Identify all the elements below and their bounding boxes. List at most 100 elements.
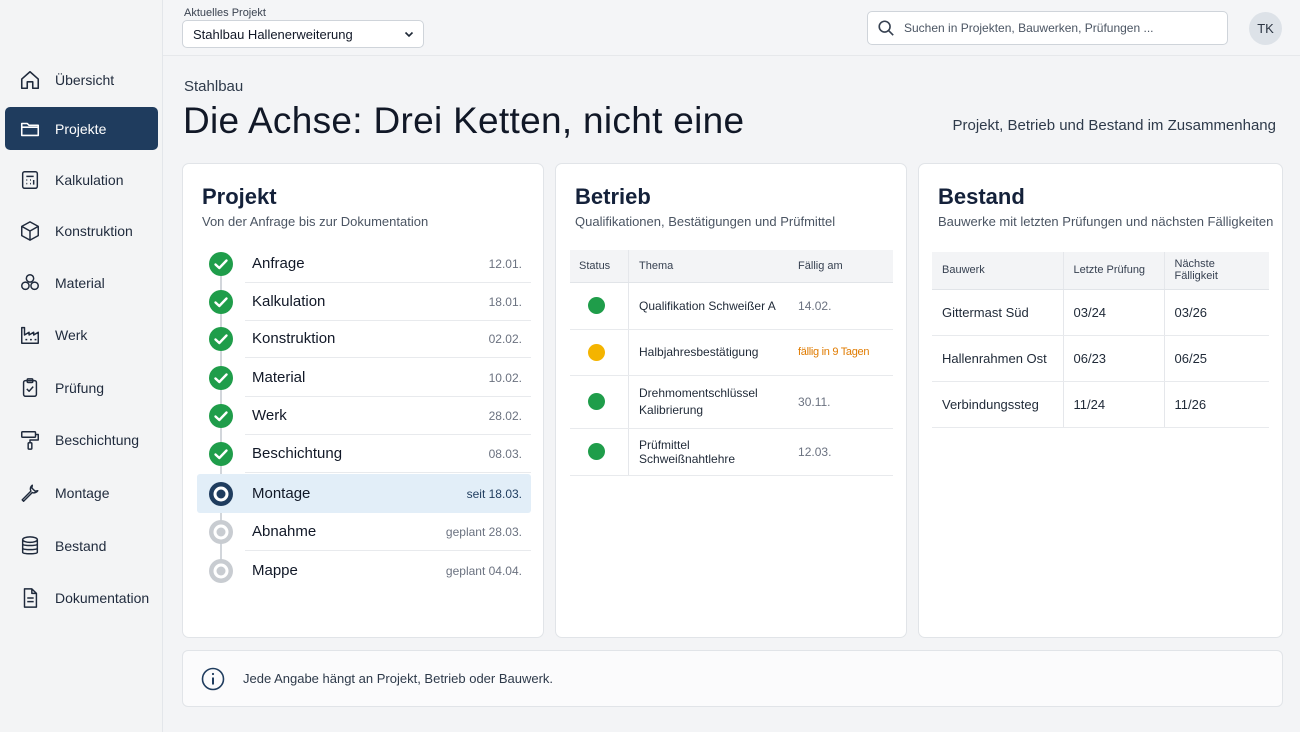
step-date: 02.02. [488, 331, 522, 346]
database-icon [19, 535, 41, 557]
topbar: Aktuelles Projekt Stahlbau Hallenerweite… [163, 0, 1300, 56]
step-label: Montage [252, 485, 311, 502]
column-header-letzte-pruefung[interactable]: Letzte Prüfung [1062, 252, 1164, 290]
step-label: Material [252, 369, 306, 386]
table-row[interactable]: Hallenrahmen Ost 06/23 06/25 [932, 335, 1269, 382]
table-row[interactable]: Gittermast Süd 03/24 03/26 [932, 289, 1269, 336]
bestand-subtitle: Bauwerke mit letzten Prüfungen und nächs… [938, 214, 1274, 229]
sidebar-item-pruefung[interactable]: Prüfung [5, 366, 158, 409]
clipboard-check-icon [19, 377, 41, 399]
search-box[interactable] [867, 11, 1228, 45]
status-cell [570, 428, 629, 476]
sidebar-item-label: Konstruktion [55, 222, 133, 239]
letzte-cell: 11/24 [1062, 381, 1164, 428]
sidebar-item-konstruktion[interactable]: Konstruktion [5, 209, 158, 252]
sidebar-item-label: Prüfung [55, 379, 105, 396]
check-circle-icon [208, 365, 234, 391]
naechste-cell: 06/25 [1163, 335, 1269, 382]
step-label: Kalkulation [252, 293, 326, 310]
table-row[interactable]: Halbjahresbestätigung fällig in 9 Tagen [570, 329, 893, 376]
wrench-icon [19, 482, 41, 504]
step-date: geplant 28.03. [445, 524, 522, 539]
column-header-naechste-faelligkeit[interactable]: Nächste Fälligkeit [1163, 252, 1269, 290]
timeline-step-montage[interactable]: Montage seit 18.03. [197, 474, 531, 513]
page-title: Die Achse: Drei Ketten, nicht eine [183, 100, 745, 141]
column-header-status[interactable]: Status [570, 250, 629, 283]
table-row[interactable]: Drehmomentschlüssel Kalibrierung 30.11. [570, 375, 893, 429]
check-circle-icon [208, 251, 234, 277]
avatar[interactable]: TK [1249, 12, 1282, 45]
betrieb-subtitle: Qualifikationen, Bestätigungen und Prüfm… [575, 214, 836, 229]
project-select[interactable]: Stahlbau Hallenerweiterung [182, 20, 424, 48]
naechste-cell: 11/26 [1163, 381, 1269, 428]
factory-icon [19, 324, 41, 346]
table-row[interactable]: Qualifikation Schweißer A 14.02. [570, 282, 893, 330]
thema-cell: Drehmomentschlüssel Kalibrierung [628, 375, 791, 429]
cube-icon [19, 220, 41, 242]
table-row[interactable]: Prüfmittel Schweißnahtlehre 12.03. [570, 428, 893, 476]
sidebar-item-kalkulation[interactable]: Kalkulation [5, 158, 158, 201]
step-label: Anfrage [252, 255, 305, 272]
column-header-bauwerk[interactable]: Bauwerk [932, 252, 1063, 290]
project-select-value: Stahlbau Hallenerweiterung [193, 26, 353, 42]
bauwerk-cell: Hallenrahmen Ost [932, 335, 1063, 382]
sidebar-item-dokumentation[interactable]: Dokumentation [5, 576, 158, 619]
sidebar-item-label: Projekte [55, 120, 107, 137]
check-circle-icon [208, 289, 234, 315]
document-icon [19, 587, 41, 609]
timeline-step-konstruktion[interactable]: Konstruktion 02.02. [197, 319, 531, 358]
info-icon [201, 667, 225, 691]
sidebar-item-beschichtung[interactable]: Beschichtung [5, 418, 158, 461]
bestand-title: Bestand [938, 184, 1025, 209]
bestand-card: Bestand Bauwerke mit letzten Prüfungen u… [918, 163, 1283, 638]
check-circle-icon [208, 441, 234, 467]
column-header-faellig[interactable]: Fällig am [790, 250, 893, 283]
breadcrumb[interactable]: Stahlbau [184, 78, 243, 95]
sidebar-item-projekte[interactable]: Projekte [5, 107, 158, 150]
status-cell [570, 375, 629, 429]
timeline-step-abnahme[interactable]: Abnahme geplant 28.03. [197, 512, 531, 551]
timeline-step-anfrage[interactable]: Anfrage 12.01. [197, 244, 531, 283]
timeline-step-beschichtung[interactable]: Beschichtung 08.03. [197, 434, 531, 473]
status-cell [570, 329, 629, 376]
letzte-cell: 03/24 [1062, 289, 1164, 336]
sidebar-item-bestand[interactable]: Bestand [5, 524, 158, 567]
sidebar-item-werk[interactable]: Werk [5, 313, 158, 356]
column-header-thema[interactable]: Thema [628, 250, 791, 283]
sidebar-item-material[interactable]: Material [5, 261, 158, 304]
sidebar-item-montage[interactable]: Montage [5, 471, 158, 514]
thema-cell: Prüfmittel Schweißnahtlehre [628, 428, 791, 476]
betrieb-table: Status Thema Fällig am Qualifikation Sch… [570, 250, 893, 476]
sidebar-item-label: Bestand [55, 537, 107, 554]
table-row[interactable]: Verbindungssteg 11/24 11/26 [932, 381, 1269, 428]
letzte-cell: 06/23 [1062, 335, 1164, 382]
naechste-cell: 03/26 [1163, 289, 1269, 336]
step-date: 10.02. [488, 370, 522, 385]
info-text: Jede Angabe hängt an Projekt, Betrieb od… [243, 671, 554, 686]
table-header-row: Status Thema Fällig am [570, 250, 893, 283]
timeline-step-werk[interactable]: Werk 28.02. [197, 396, 531, 435]
sidebar-item-label: Dokumentation [55, 589, 150, 606]
step-date: geplant 04.04. [445, 563, 522, 578]
status-dot-green [588, 443, 605, 460]
status-dot-green [588, 393, 605, 410]
step-label: Konstruktion [252, 330, 336, 347]
bauwerk-cell: Verbindungssteg [932, 381, 1063, 428]
planned-step-icon [208, 558, 234, 584]
step-label: Beschichtung [252, 445, 343, 462]
thema-cell: Qualifikation Schweißer A [628, 282, 791, 330]
project-select-label: Aktuelles Projekt [184, 7, 266, 19]
step-date: 28.02. [488, 408, 522, 423]
timeline-step-mappe[interactable]: Mappe geplant 04.04. [197, 551, 531, 590]
sidebar-item-label: Kalkulation [55, 171, 124, 188]
projekt-card: Projekt Von der Anfrage bis zur Dokument… [182, 163, 544, 638]
chevron-down-icon [403, 28, 415, 40]
timeline-step-kalkulation[interactable]: Kalkulation 18.01. [197, 282, 531, 321]
faellig-cell: 14.02. [790, 282, 893, 330]
search-input[interactable] [904, 21, 1214, 35]
timeline-step-material[interactable]: Material 10.02. [197, 358, 531, 397]
paint-roller-icon [19, 429, 41, 451]
bauwerk-cell: Gittermast Süd [932, 289, 1063, 336]
sidebar-item-uebersicht[interactable]: Übersicht [5, 58, 158, 101]
sidebar-item-label: Montage [55, 484, 110, 501]
